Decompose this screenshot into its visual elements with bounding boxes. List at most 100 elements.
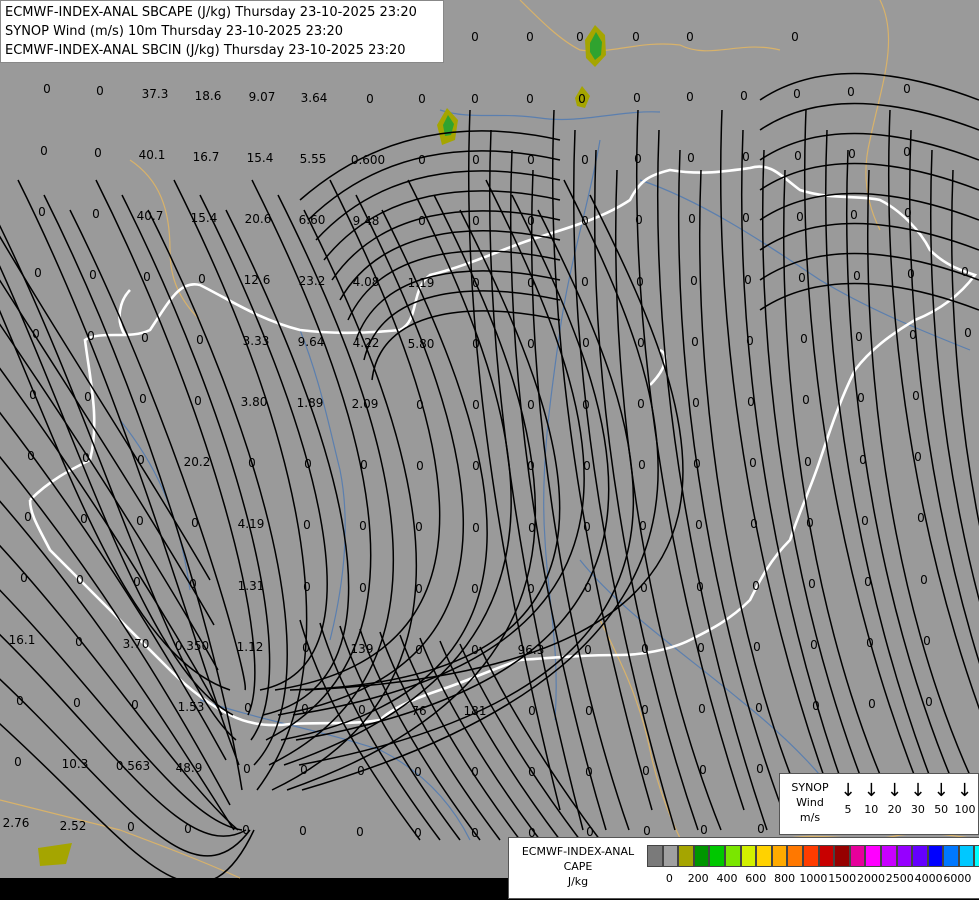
cape-value-label: 0 xyxy=(581,214,589,228)
cape-value-label: 0 xyxy=(583,520,591,534)
cape-value-label: 0 xyxy=(812,699,820,713)
cape-value-label: 0 xyxy=(925,695,933,709)
cape-value-label: 0 xyxy=(961,265,969,279)
cape-color-swatch xyxy=(880,845,897,867)
cape-value-label: 0 xyxy=(695,518,703,532)
cape-value-label: 0 xyxy=(20,571,28,585)
cape-value-label: 0 xyxy=(136,514,144,528)
cape-color-swatch xyxy=(865,845,881,867)
cape-value-label: 0 xyxy=(740,89,748,103)
cape-value-label: 0 xyxy=(242,823,250,837)
cape-value-label: 0 xyxy=(917,511,925,525)
header-sbcin-line: ECMWF-INDEX-ANAL SBCIN (J/kg) Thursday 2… xyxy=(5,43,406,58)
header-synop-wind-line: SYNOP Wind (m/s) 10m Thursday 23-10-2025… xyxy=(5,24,344,39)
cape-color-swatch xyxy=(958,845,975,867)
cape-value-label: 0 xyxy=(749,456,757,470)
cape-value-label: 0 xyxy=(794,149,802,163)
cape-tick-label: 800 xyxy=(774,872,796,885)
cape-value-label: 0 xyxy=(923,634,931,648)
cape-value-label: 0 xyxy=(76,573,84,587)
arrow-down-icon: ↓ xyxy=(840,780,856,801)
cape-value-label: 0 xyxy=(808,577,816,591)
cape-value-label: 0 xyxy=(359,581,367,595)
cape-tick-label: 600 xyxy=(745,872,767,885)
cape-value-label: 0 xyxy=(304,457,312,471)
cape-value-label: 0 xyxy=(636,275,644,289)
cape-value-label: 0 xyxy=(303,518,311,532)
cape-value-label: 9.07 xyxy=(249,90,276,104)
cape-value-label: 0 xyxy=(244,701,252,715)
cape-value-label: 3.70 xyxy=(123,637,150,651)
cape-value-label: 0 xyxy=(638,458,646,472)
cape-legend: ECMWF-INDEX-ANAL CAPE J/kg 0 200 400 600 800… xyxy=(508,837,979,899)
cape-value-label: 0 xyxy=(418,92,426,106)
cape-value-label: 0 xyxy=(920,573,928,587)
cape-value-label: 0 xyxy=(80,512,88,526)
cape-legend-title: ECMWF-INDEX-ANAL CAPE J/kg xyxy=(511,844,645,889)
cape-tick-label: 1000 xyxy=(799,872,828,885)
cape-value-label: 37.3 xyxy=(142,87,169,101)
map-header: ECMWF-INDEX-ANAL SBCAPE (J/kg) Thursday … xyxy=(0,0,444,63)
cape-value-label: 0 xyxy=(357,764,365,778)
cape-value-label: 1.31 xyxy=(238,579,265,593)
cape-tick-label: 6000 xyxy=(943,872,972,885)
cape-value-label: 0 xyxy=(750,517,758,531)
cape-value-label: 0 xyxy=(642,764,650,778)
cape-value-label: 0 xyxy=(903,82,911,96)
cape-value-label: 0 xyxy=(472,214,480,228)
cape-value-label: 0 xyxy=(415,643,423,657)
cape-color-swatch xyxy=(678,845,694,867)
cape-value-label: 0 xyxy=(686,30,694,44)
cape-color-swatch xyxy=(927,845,944,867)
cape-value-label: 0 xyxy=(584,581,592,595)
cape-tick-labels: 0 200 400 600 800 1000 1500 2000 2500 4000 6000 xyxy=(647,872,977,888)
cape-value-label: 0 xyxy=(14,755,22,769)
wind-legend: SYNOP Wind m/s ↓ 5 ↓ 10 ↓ 20 ↓ 30 ↓ 50 ↓ 100 xyxy=(779,773,979,835)
cape-value-label: 0 xyxy=(75,635,83,649)
cape-value-label: 0 xyxy=(744,273,752,287)
cape-value-label: 15.4 xyxy=(191,211,218,225)
cape-value-label: 0 xyxy=(84,390,92,404)
cape-value-label: 0 xyxy=(861,514,869,528)
cape-value-label: 0 xyxy=(127,820,135,834)
cape-legend-title-line2: CAPE xyxy=(563,860,593,873)
cape-value-label: 0 xyxy=(755,701,763,715)
cape-value-label: 0 xyxy=(43,82,51,96)
cape-value-label: 0 xyxy=(359,519,367,533)
cape-value-label: 0 xyxy=(903,145,911,159)
cape-value-label: 4.19 xyxy=(238,517,265,531)
cape-value-label: 0 xyxy=(418,153,426,167)
cape-value-label: 0 xyxy=(581,275,589,289)
cape-value-label: 0 xyxy=(752,579,760,593)
cape-color-swatch xyxy=(647,845,663,867)
cape-value-label: 6.60 xyxy=(299,213,326,227)
cape-value-label: 0 xyxy=(848,147,856,161)
cape-color-swatch xyxy=(662,845,679,867)
cape-value-label: 0 xyxy=(964,326,972,340)
cape-color-swatch xyxy=(693,845,710,867)
cape-value-label: 0 xyxy=(802,393,810,407)
cape-value-label: 40.1 xyxy=(139,148,166,162)
cape-value-label: 0 xyxy=(471,826,479,840)
cape-value-label: 2.52 xyxy=(60,819,87,833)
cape-value-label: 0 xyxy=(472,398,480,412)
cape-value-label: 3.64 xyxy=(301,91,328,105)
cape-value-label: 0 xyxy=(686,90,694,104)
cape-color-swatch xyxy=(724,845,741,867)
cape-value-label: 0 xyxy=(89,268,97,282)
cape-value-label: 0 xyxy=(527,153,535,167)
cape-value-label: 0 xyxy=(907,267,915,281)
cape-value-label: 23.2 xyxy=(299,274,326,288)
wind-legend-item: ↓ 100 xyxy=(955,780,976,818)
cape-value-label: 0 xyxy=(753,640,761,654)
cape-value-label: 18.6 xyxy=(195,89,222,103)
cape-value-label: 0 xyxy=(693,457,701,471)
cape-value-label: 0 xyxy=(29,388,37,402)
cape-value-label: 0 xyxy=(859,453,867,467)
cape-value-label: 0 xyxy=(857,391,865,405)
cape-value-label: 0 xyxy=(527,276,535,290)
cape-color-swatch xyxy=(896,845,913,867)
cape-value-label: 0.563 xyxy=(116,759,150,773)
cape-value-label: 1.53 xyxy=(178,700,205,714)
cape-value-label: 0 xyxy=(40,144,48,158)
